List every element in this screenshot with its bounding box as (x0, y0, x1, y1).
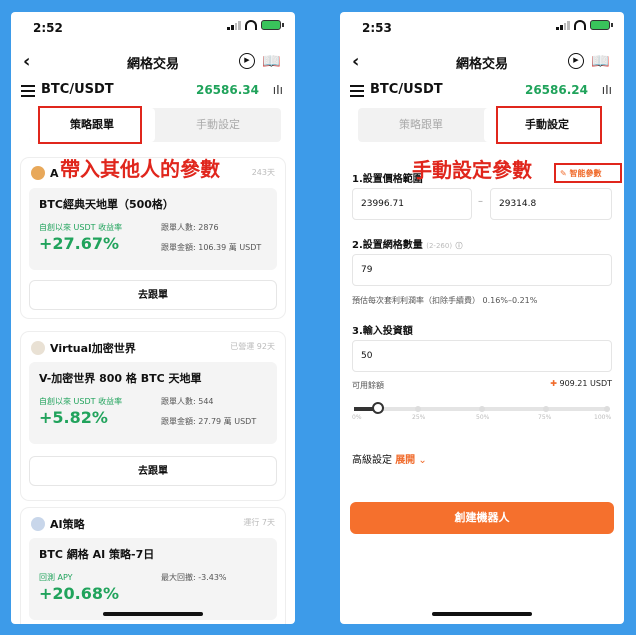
pair-row: BTC/USDT 26586.34 ıIı (11, 82, 295, 104)
book-icon[interactable]: 📖 (262, 53, 281, 69)
card-author: Virtual加密世界 (31, 340, 136, 356)
follow-button[interactable]: 去跟單 (29, 280, 277, 310)
advanced-settings[interactable]: 高級設定 展開 ⌄ (352, 451, 427, 466)
avatar (31, 166, 45, 180)
create-bot-button[interactable]: 創建機器人 (350, 502, 614, 534)
annotation-right: 手動設定參數 (412, 158, 532, 182)
price-value: 26586.34 (195, 83, 259, 97)
grid-count-input[interactable]: 79 (352, 254, 612, 286)
book-icon[interactable]: 📖 (591, 53, 610, 69)
card-meta: 已營運 92天 (230, 342, 275, 351)
nav-bar: ‹ 網格交易 ▶ 📖 (11, 52, 295, 76)
follow-amount: 跟單金額: 106.39 萬 USDT (161, 243, 262, 252)
max-drawdown: 最大回撤: -3.43% (161, 573, 227, 582)
menu-icon[interactable] (21, 85, 35, 100)
chevron-down-icon: ⌄ (418, 455, 427, 466)
wifi-icon (245, 20, 257, 30)
card-meta: 243天 (251, 168, 275, 177)
play-icon[interactable]: ▶ (239, 53, 255, 69)
home-indicator (103, 612, 203, 616)
signal-icon (556, 20, 570, 30)
followers-count: 跟單人數: 2876 (161, 223, 219, 232)
pair-row: BTC/USDT 26586.24 ıIı (340, 82, 624, 104)
strategy-card: AI策略 運行 7天 BTC 網格 AI 策略-7日 回測 APY +20.68… (21, 508, 285, 624)
slider-tick: 75% (538, 414, 552, 421)
tab-manual[interactable]: 手動設定 (155, 108, 281, 142)
highlight-box (496, 106, 602, 144)
status-time: 2:53 (362, 21, 392, 35)
roi-value: +20.68% (39, 584, 120, 603)
status-icons (556, 20, 613, 30)
available-label: 可用餘額 (352, 381, 384, 390)
card-meta: 運行 7天 (243, 518, 275, 527)
roi-label: 回測 APY (39, 573, 73, 582)
strategy-card: Virtual加密世界 已營運 92天 V-加密世界 800 格 BTC 天地單… (21, 332, 285, 500)
slider-tick: 25% (412, 414, 426, 421)
card-author: AI策略 (31, 516, 85, 532)
menu-icon[interactable] (350, 85, 364, 100)
tab-strategy-follow[interactable]: 策略跟單 (358, 108, 484, 142)
card-title: BTC 網格 AI 策略-7日 (39, 548, 155, 561)
info-icon[interactable]: ⓘ (456, 242, 463, 250)
kline-icon[interactable]: ıIı (273, 83, 283, 97)
investment-slider[interactable] (354, 402, 610, 414)
nav-bar: ‹ 網格交易 ▶ 📖 (340, 52, 624, 76)
slider-tick: 100% (594, 414, 612, 421)
section-grid-count: 2.設置網格數量 (2-260) ⓘ (352, 240, 463, 251)
play-icon[interactable]: ▶ (568, 53, 584, 69)
signal-icon (227, 20, 241, 30)
roi-label: 自創以來 USDT 收益率 (39, 397, 123, 406)
pair-label[interactable]: BTC/USDT (370, 82, 443, 97)
card-body: BTC經典天地單（500格） 自創以來 USDT 收益率 +27.67% 跟單人… (29, 188, 277, 270)
strategy-card: A 243天 BTC經典天地單（500格） 自創以來 USDT 收益率 +27.… (21, 158, 285, 318)
price-value: 26586.24 (524, 83, 588, 97)
roi-value: +5.82% (39, 408, 108, 427)
slider-handle[interactable] (372, 402, 384, 414)
home-indicator (432, 612, 532, 616)
profit-estimate: 預估每次套利利潤率（扣除手續費） 0.16%–0.21% (352, 296, 538, 305)
price-low-input[interactable]: 23996.71 (352, 188, 472, 220)
section-investment: 3.輸入投資額 (352, 326, 413, 337)
card-body: V-加密世界 800 格 BTC 天地單 自創以來 USDT 收益率 +5.82… (29, 362, 277, 444)
price-high-input[interactable]: 29314.8 (490, 188, 612, 220)
card-title: V-加密世界 800 格 BTC 天地單 (39, 372, 202, 385)
battery-icon (261, 20, 284, 30)
status-icons (227, 20, 284, 30)
slider-tick: 0% (352, 414, 362, 421)
investment-input[interactable]: 50 (352, 340, 612, 372)
battery-icon (590, 20, 613, 30)
card-body: BTC 網格 AI 策略-7日 回測 APY +20.68% 最大回撤: -3.… (29, 538, 277, 620)
card-title: BTC經典天地單（500格） (39, 198, 174, 211)
roi-label: 自創以來 USDT 收益率 (39, 223, 123, 232)
left-phone-screen: 2:52 ‹ 網格交易 ▶ 📖 BTC/USDT 26586.34 ıIı 策略… (11, 12, 295, 624)
avatar (31, 341, 45, 355)
highlight-box (38, 106, 142, 144)
follow-amount: 跟單金額: 27.79 萬 USDT (161, 417, 257, 426)
status-time: 2:52 (33, 21, 63, 35)
card-author: A (31, 166, 59, 180)
kline-icon[interactable]: ıIı (602, 83, 612, 97)
right-phone-screen: 2:53 ‹ 網格交易 ▶ 📖 BTC/USDT 26586.24 ıIı 策略… (340, 12, 624, 624)
add-funds-icon[interactable]: ✚ (550, 379, 557, 388)
slider-tick: 50% (476, 414, 490, 421)
followers-count: 跟單人數: 544 (161, 397, 214, 406)
available-balance: ✚ 909.21 USDT (550, 379, 612, 388)
smart-param-button[interactable]: ✎ 智能參數 (560, 168, 602, 179)
pair-label[interactable]: BTC/USDT (41, 82, 114, 97)
range-dash: – (478, 196, 483, 207)
wifi-icon (574, 20, 586, 30)
annotation-left: 帶入其他人的參數 (60, 157, 220, 181)
follow-button[interactable]: 去跟單 (29, 456, 277, 486)
ai-strategy-icon (31, 517, 45, 531)
roi-value: +27.67% (39, 234, 120, 253)
